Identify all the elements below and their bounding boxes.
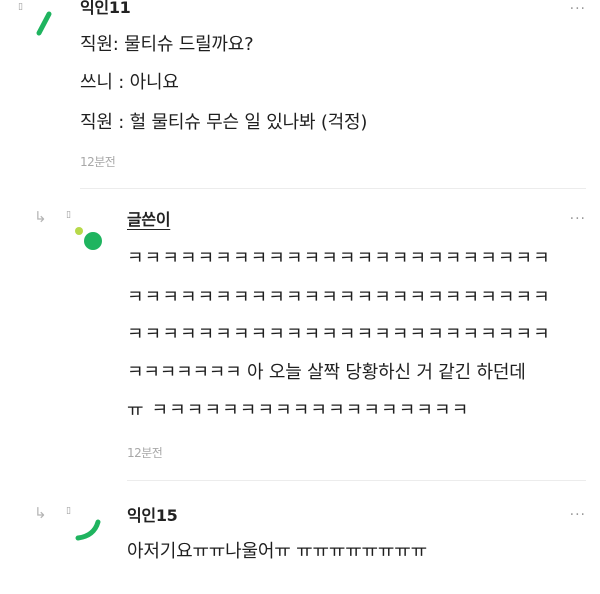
divider bbox=[127, 480, 586, 481]
comment-line: ㅋㅋㅋㅋㅋㅋㅋㅋㅋㅋㅋㅋㅋㅋㅋㅋㅋㅋㅋㅋㅋㅋㅋㅋ bbox=[127, 324, 551, 345]
avatar bbox=[75, 519, 101, 541]
comment-marker-icon: ▯ bbox=[18, 2, 23, 12]
comment-marker-icon: ▯ bbox=[66, 506, 71, 516]
comment-author[interactable]: 익인15 bbox=[127, 508, 178, 524]
divider bbox=[80, 188, 586, 189]
avatar bbox=[75, 227, 102, 250]
more-options-button[interactable]: ··· bbox=[570, 2, 586, 16]
reply-arrow-icon: ↳ bbox=[34, 504, 47, 522]
comment-line: ㅋㅋㅋㅋㅋㅋㅋㅋㅋㅋㅋㅋㅋㅋㅋㅋㅋㅋㅋㅋㅋㅋㅋㅋ bbox=[127, 248, 551, 269]
comment-line: 쓰니 : 아니요 bbox=[80, 72, 179, 93]
comment-line: 아저기요ㅠㅠ나울어ㅠ ㅠㅠㅠㅠㅠㅠㅠㅠ bbox=[127, 541, 427, 562]
comment-line: 직원 : 헐 물티슈 무슨 일 있나봐 (걱정) bbox=[80, 112, 368, 133]
comment-marker-icon: ▯ bbox=[66, 210, 71, 220]
comment-author[interactable]: 익인11 bbox=[80, 0, 131, 16]
comment-line: ㅠ ㅋㅋㅋㅋㅋㅋㅋㅋㅋㅋㅋㅋㅋㅋㅋㅋㅋㅋ bbox=[127, 400, 470, 421]
more-options-button[interactable]: ··· bbox=[570, 508, 586, 522]
comment-line: ㅋㅋㅋㅋㅋㅋㅋ 아 오늘 살짝 당황하신 거 같긴 하던데 bbox=[127, 362, 526, 383]
reply-arrow-icon: ↳ bbox=[34, 208, 47, 226]
comment-timestamp: 12분전 bbox=[127, 446, 163, 460]
avatar bbox=[36, 11, 52, 36]
comment-timestamp: 12분전 bbox=[80, 155, 116, 169]
more-options-button[interactable]: ··· bbox=[570, 212, 586, 226]
comment-author[interactable]: 글쓴이 bbox=[127, 212, 171, 228]
comment-line: ㅋㅋㅋㅋㅋㅋㅋㅋㅋㅋㅋㅋㅋㅋㅋㅋㅋㅋㅋㅋㅋㅋㅋㅋ bbox=[127, 287, 551, 308]
comment-line: 직원: 물티슈 드릴까요? bbox=[80, 34, 254, 55]
